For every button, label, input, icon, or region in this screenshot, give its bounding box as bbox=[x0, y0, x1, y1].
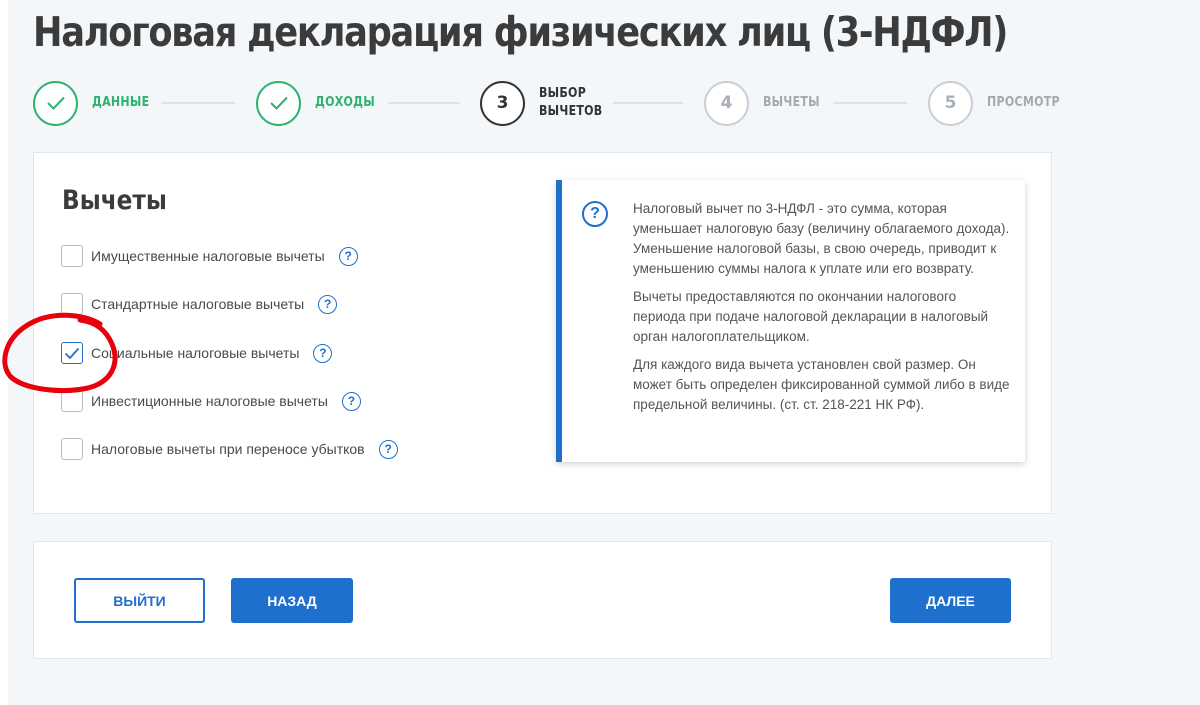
deductions-card: Вычеты Имущественные налоговые вычеты ? … bbox=[33, 152, 1052, 514]
info-paragraph: Для каждого вида вычета установлен свой … bbox=[633, 357, 1010, 412]
question-circle-icon: ? bbox=[582, 201, 608, 227]
option-property-deductions[interactable]: Имущественные налоговые вычеты ? bbox=[61, 244, 358, 268]
step-2-circle bbox=[256, 80, 301, 126]
step-connector bbox=[833, 102, 907, 104]
step-2-label: ДОХОДЫ bbox=[315, 95, 375, 110]
annotation-circle bbox=[2, 312, 118, 394]
help-icon[interactable]: ? bbox=[338, 246, 358, 266]
page-title: Налоговая декларация физических лиц (3-Н… bbox=[33, 8, 1008, 56]
check-icon bbox=[46, 96, 65, 110]
step-data[interactable]: ДАННЫЕ bbox=[33, 80, 160, 126]
checkbox[interactable] bbox=[61, 245, 83, 267]
option-label: Имущественные налоговые вычеты bbox=[91, 248, 325, 264]
footer-card: ВЫЙТИ НАЗАД ДАЛЕЕ bbox=[33, 541, 1052, 659]
info-paragraph: Вычеты предоставляются по окончании нало… bbox=[633, 289, 989, 344]
step-income[interactable]: ДОХОДЫ bbox=[256, 80, 386, 126]
step-connector bbox=[613, 102, 683, 104]
step-3-label-line-2: ВЫЧЕТОВ bbox=[539, 104, 603, 119]
step-4-label: ВЫЧЕТЫ bbox=[763, 95, 820, 110]
step-connector bbox=[161, 102, 235, 104]
step-3-label: ВЫБОР ВЫЧЕТОВ bbox=[539, 85, 602, 121]
help-icon[interactable]: ? bbox=[318, 294, 338, 314]
option-label: Налоговые вычеты при переносе убытков bbox=[91, 441, 365, 457]
check-icon bbox=[269, 96, 288, 110]
checkbox[interactable] bbox=[61, 438, 83, 460]
wizard-stepper: ДАННЫЕ ДОХОДЫ 3 ВЫБОР ВЫЧЕТОВ 4 ВЫЧЕТЫ 5… bbox=[33, 80, 1063, 126]
info-text: Налоговый вычет по 3-НДФЛ - это сумма, к… bbox=[633, 199, 1011, 423]
back-button[interactable]: НАЗАД bbox=[231, 578, 353, 623]
info-box: ? Налоговый вычет по 3-НДФЛ - это сумма,… bbox=[556, 180, 1025, 462]
step-5-circle: 5 bbox=[928, 80, 973, 126]
step-4-circle: 4 bbox=[704, 80, 749, 126]
step-3-label-line-1: ВЫБОР bbox=[539, 86, 587, 101]
step-choose-deductions[interactable]: 3 ВЫБОР ВЫЧЕТОВ bbox=[480, 80, 614, 126]
exit-button[interactable]: ВЫЙТИ bbox=[74, 578, 205, 623]
help-icon[interactable]: ? bbox=[341, 391, 361, 411]
info-paragraph: Налоговый вычет по 3-НДФЛ - это сумма, к… bbox=[633, 201, 1010, 276]
step-connector bbox=[388, 102, 460, 104]
step-review[interactable]: 5 ПРОСМОТР bbox=[928, 80, 1073, 126]
next-button[interactable]: ДАЛЕЕ bbox=[890, 578, 1011, 623]
step-1-circle bbox=[33, 80, 78, 126]
help-icon[interactable]: ? bbox=[313, 343, 333, 363]
step-3-circle: 3 bbox=[480, 80, 525, 126]
step-5-label: ПРОСМОТР bbox=[987, 95, 1060, 110]
option-loss-carryforward-deductions[interactable]: Налоговые вычеты при переносе убытков ? bbox=[61, 437, 398, 461]
step-deductions[interactable]: 4 ВЫЧЕТЫ bbox=[704, 80, 830, 126]
help-icon[interactable]: ? bbox=[378, 439, 398, 459]
step-1-label: ДАННЫЕ bbox=[92, 95, 150, 110]
deductions-title: Вычеты bbox=[62, 185, 167, 216]
